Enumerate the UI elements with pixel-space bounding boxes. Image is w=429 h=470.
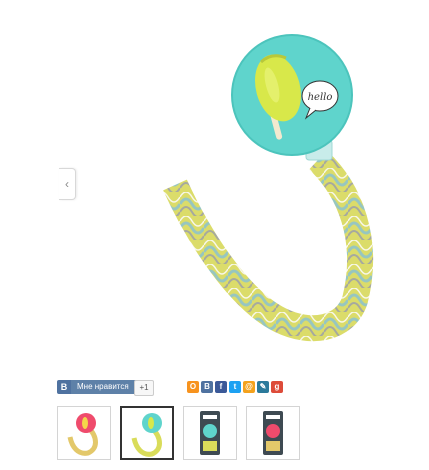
package-teal-thumbnail <box>200 411 220 455</box>
bubble-text: hello <box>308 92 333 103</box>
pacifier-clip-illustration: hello <box>163 34 374 342</box>
package-red-thumbnail <box>263 411 283 455</box>
vk-like-button[interactable]: B Мне нравится <box>57 380 137 394</box>
vk-share-icon[interactable]: В <box>201 381 213 393</box>
thumb-pink-clip[interactable] <box>57 406 111 460</box>
teal-clip-thumbnail <box>131 413 162 457</box>
twitter-icon[interactable]: t <box>229 381 241 393</box>
share-bar: B Мне нравится +1 О Вf t @ ✎ g <box>57 380 357 396</box>
product-gallery: hello ‹ B Мне нравится +1 О Вf t @ ✎ g <box>0 0 429 470</box>
vk-icon: B <box>57 380 71 394</box>
thumb-package-teal[interactable] <box>183 406 237 460</box>
thumb-teal-clip[interactable] <box>120 406 174 460</box>
thumb-package-red[interactable] <box>246 406 300 460</box>
google-plus-one-button[interactable]: +1 <box>134 380 154 396</box>
pink-clip-thumbnail <box>67 413 98 456</box>
vk-like-label: Мне нравится <box>71 380 137 394</box>
prev-image-button[interactable]: ‹ <box>59 168 76 200</box>
thumbnail-strip <box>57 406 300 460</box>
facebook-icon[interactable]: f <box>215 381 227 393</box>
google-plus-icon[interactable]: g <box>271 381 283 393</box>
odnoklassniki-icon[interactable]: О <box>187 381 199 393</box>
main-product-image[interactable]: hello <box>60 0 429 365</box>
moimir-icon[interactable]: @ <box>243 381 255 393</box>
chevron-left-icon: ‹ <box>65 177 69 191</box>
livejournal-icon[interactable]: ✎ <box>257 381 269 393</box>
social-share-icons: О Вf t @ ✎ g <box>187 381 283 393</box>
